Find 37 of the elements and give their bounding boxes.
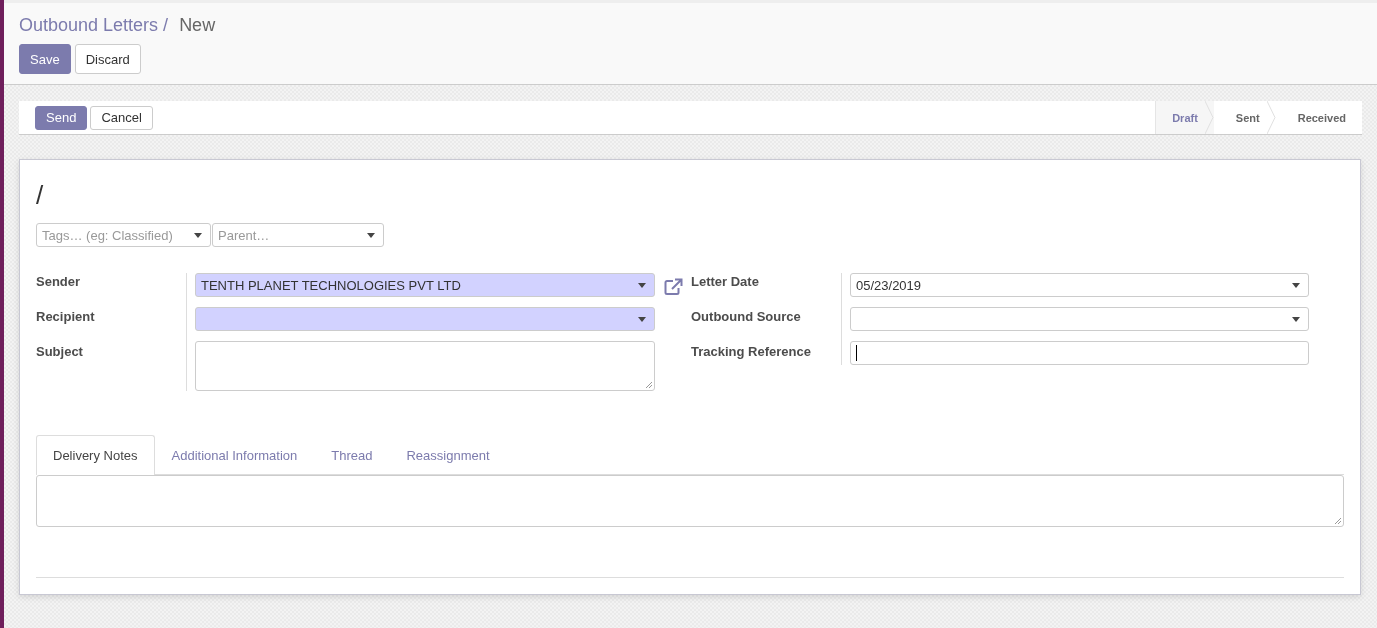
field-label: Tracking Reference	[691, 343, 812, 361]
select-field[interactable]	[195, 307, 655, 331]
breadcrumb-separator: /	[163, 15, 169, 36]
text-field[interactable]	[850, 341, 1309, 365]
external-link-icon[interactable]	[663, 278, 683, 296]
field-label: Subject	[36, 343, 84, 361]
discard-button[interactable]: Discard	[74, 44, 141, 74]
resize-handle-icon[interactable]	[646, 382, 653, 389]
caret-icon	[638, 283, 646, 288]
form-tab[interactable]: Thread	[314, 435, 390, 475]
breadcrumb-link[interactable]: Outbound Letters	[19, 15, 159, 36]
select-field[interactable]	[850, 307, 1309, 331]
form-tab[interactable]: Delivery Notes	[36, 435, 155, 475]
select-field[interactable]: 05/23/2019	[850, 273, 1309, 297]
send-button[interactable]: Send	[35, 105, 88, 130]
record-title: /	[36, 179, 45, 212]
field-label: Sender	[36, 273, 82, 291]
field-label: Recipient	[36, 308, 96, 326]
form-tab[interactable]: Reassignment	[389, 435, 507, 475]
status-stage[interactable]: Draft	[1155, 101, 1214, 134]
select-field[interactable]: TENTH PLANET TECHNOLOGIES PVT LTD	[195, 273, 655, 297]
breadcrumb-current: New	[179, 15, 216, 36]
caret-icon	[194, 233, 202, 238]
textarea-field[interactable]	[195, 341, 655, 391]
caret-icon	[638, 317, 646, 322]
cancel-button[interactable]: Cancel	[90, 105, 153, 130]
save-button[interactable]: Save	[19, 44, 71, 74]
notes-field[interactable]	[36, 475, 1344, 527]
form-tab[interactable]: Additional Information	[154, 435, 315, 475]
parent-field[interactable]: Parent…	[212, 223, 384, 247]
tags-field[interactable]: Tags… (eg: Classified)	[36, 223, 211, 247]
field-label: Outbound Source	[691, 308, 802, 326]
caret-icon	[1292, 317, 1300, 322]
caret-icon	[1292, 283, 1300, 288]
resize-handle-icon[interactable]	[1335, 518, 1342, 525]
caret-icon	[367, 233, 375, 238]
field-label: Letter Date	[691, 273, 760, 291]
